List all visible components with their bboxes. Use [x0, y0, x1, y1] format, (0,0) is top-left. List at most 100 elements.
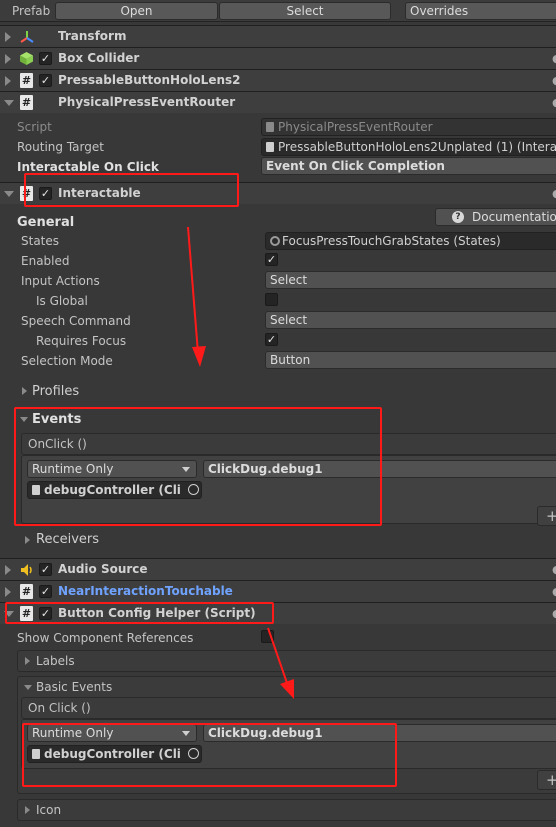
requires-focus-label: Requires Focus [36, 334, 127, 348]
more-icon[interactable]: ● [552, 585, 556, 598]
object-picker-icon[interactable] [188, 748, 199, 759]
interactable-on-click-label: Interactable On Click [17, 160, 159, 174]
fold-open-icon[interactable] [24, 685, 32, 690]
audio-source-header[interactable]: ✓ Audio Source ● [0, 558, 556, 580]
fold-arrow-icon [25, 536, 30, 544]
runtime-only-dropdown[interactable]: Runtime Only [27, 460, 197, 478]
object-picker-icon[interactable] [188, 484, 199, 495]
profiles-foldout[interactable]: Profiles [17, 381, 556, 403]
chevron-down-icon [182, 467, 190, 472]
script-icon: # [20, 606, 33, 621]
button-helper-header[interactable]: # ✓ Button Config Helper (Script) ● [0, 602, 556, 624]
plus-icon: + [546, 771, 556, 789]
general-heading: General [17, 215, 75, 230]
interactable-on-click-dropdown[interactable]: Event On Click Completion [261, 157, 556, 175]
profiles-label: Profiles [32, 384, 80, 399]
helper-onclick-label: On Click () [28, 701, 91, 715]
box-collider-header[interactable]: ✓ Box Collider ● [0, 47, 556, 69]
routing-target-value: PressableButtonHoloLens2Unplated (1) (In… [278, 140, 556, 154]
interactable-header[interactable]: # ✓ Interactable ● [0, 182, 556, 204]
selection-mode-dropdown[interactable]: Button [265, 351, 556, 369]
pressable-header[interactable]: # ✓ PressableButtonHoloLens2 ● [0, 69, 556, 91]
method-value: ClickDug.debug1 [208, 462, 323, 476]
transform-header[interactable]: Transform [0, 25, 556, 47]
fold-arrow-icon[interactable] [5, 54, 11, 64]
runtime-only-value: Runtime Only [32, 462, 114, 476]
transform-icon [20, 31, 34, 43]
show-refs-label: Show Component References [17, 631, 194, 645]
more-icon[interactable]: ● [552, 187, 556, 200]
enabled-label: Enabled [21, 254, 70, 268]
more-icon[interactable]: ● [552, 96, 556, 109]
method-dropdown[interactable]: ClickDug.debug1 [203, 460, 556, 478]
is-global-checkbox[interactable] [265, 293, 278, 306]
annotation-arrow [267, 627, 294, 699]
add-event-button[interactable]: + [537, 506, 556, 526]
interactable-enabled-checkbox[interactable]: ✓ [39, 187, 52, 200]
receivers-label: Receivers [36, 532, 100, 547]
states-label: States [21, 234, 60, 248]
script-file-icon [32, 485, 40, 495]
fold-arrow-icon[interactable] [5, 565, 11, 575]
fold-arrow-icon[interactable] [4, 611, 14, 617]
onclick-event-header: OnClick () [21, 433, 556, 455]
script-icon: # [20, 584, 33, 599]
fold-arrow-icon[interactable] [4, 100, 14, 106]
speech-command-label: Speech Command [21, 314, 131, 328]
router-header[interactable]: # PhysicalPressEventRouter ● [0, 91, 556, 113]
documentation-button[interactable]: ? Documentation [435, 208, 556, 226]
selection-mode-label: Selection Mode [21, 354, 113, 368]
input-actions-dropdown[interactable]: Select [265, 271, 556, 289]
object-field[interactable]: debugController (Cli [27, 481, 202, 499]
onclick-label: OnClick () [28, 437, 87, 451]
fold-arrow-icon[interactable] [5, 587, 11, 597]
speech-command-dropdown[interactable]: Select [265, 311, 556, 329]
more-icon[interactable]: ● [552, 563, 556, 576]
object-value: debugController (Cli [44, 483, 181, 497]
more-icon[interactable]: ● [552, 52, 556, 65]
events-label: Events [32, 412, 82, 427]
speaker-icon [21, 564, 32, 576]
enabled-checkbox[interactable]: ✓ [265, 253, 278, 266]
near-touchable-header[interactable]: # ✓ NearInteractionTouchable ● [0, 580, 556, 602]
near-touchable-enabled-checkbox[interactable]: ✓ [39, 585, 52, 598]
events-foldout[interactable]: Events [17, 409, 556, 431]
pressable-title: PressableButtonHoloLens2 [58, 73, 241, 87]
states-asset-icon [270, 236, 280, 246]
annotation-arrow [187, 226, 206, 367]
helper-runtime-only-dropdown[interactable]: Runtime Only [27, 724, 197, 742]
prefab-overrides-label: Overrides [410, 4, 469, 18]
is-global-label: Is Global [36, 294, 88, 308]
audio-source-enabled-checkbox[interactable]: ✓ [39, 563, 52, 576]
prefab-select-label: Select [286, 4, 324, 18]
states-field[interactable]: FocusPressTouchGrabStates (States) [265, 232, 556, 250]
fold-arrow-icon[interactable] [5, 76, 11, 86]
icon-foldout[interactable]: Icon [17, 799, 556, 821]
button-helper-enabled-checkbox[interactable]: ✓ [39, 607, 52, 620]
helper-method-value: ClickDug.debug1 [208, 726, 323, 740]
more-icon[interactable]: ● [552, 607, 556, 620]
routing-target-field[interactable]: PressableButtonHoloLens2Unplated (1) (In… [261, 138, 556, 156]
fold-arrow-icon[interactable] [5, 32, 11, 42]
prefab-select-button[interactable]: Select [219, 2, 391, 20]
button-helper-title: Button Config Helper (Script) [58, 606, 256, 620]
pressable-enabled-checkbox[interactable]: ✓ [39, 74, 52, 87]
receivers-foldout[interactable]: Receivers [17, 529, 556, 551]
helper-add-event-button[interactable]: + [537, 770, 556, 790]
prefab-overrides-dropdown[interactable]: Overrides [405, 2, 556, 20]
onclick-event-body: Runtime Only ClickDug.debug1 debugContro… [21, 455, 556, 524]
helper-method-dropdown[interactable]: ClickDug.debug1 [203, 724, 556, 742]
box-collider-title: Box Collider [58, 51, 140, 65]
prefab-open-button[interactable]: Open [55, 2, 218, 20]
helper-object-field[interactable]: debugController (Cli [27, 745, 202, 763]
more-icon[interactable]: ● [552, 74, 556, 87]
box-collider-icon [20, 52, 33, 65]
requires-focus-checkbox[interactable]: ✓ [265, 333, 278, 346]
helper-runtime-only-value: Runtime Only [32, 726, 114, 740]
fold-arrow-icon[interactable] [4, 191, 14, 197]
prefab-label: Prefab [12, 4, 51, 18]
script-file-icon [32, 749, 40, 759]
fold-arrow-icon [25, 657, 30, 665]
script-file-icon [266, 122, 274, 132]
box-collider-enabled-checkbox[interactable]: ✓ [39, 52, 52, 65]
